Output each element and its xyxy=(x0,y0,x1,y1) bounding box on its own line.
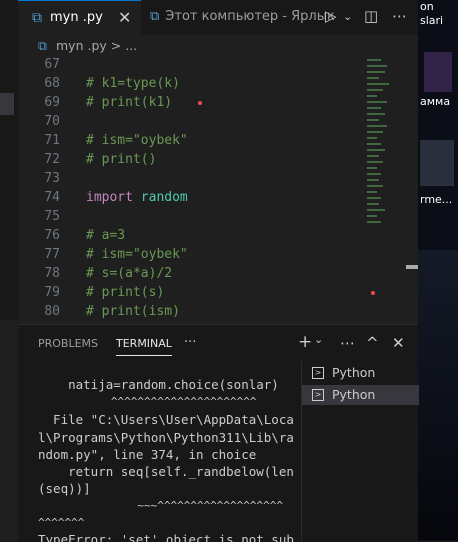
line-number: 72 xyxy=(44,152,60,167)
line-number: 75 xyxy=(44,209,60,224)
code-text: # print() xyxy=(86,152,157,167)
terminal-line: return seq[self._randbelow(len xyxy=(38,464,294,479)
code-line: 69 # print(k1) xyxy=(18,93,358,112)
run-icon[interactable]: ▷ xyxy=(325,7,337,25)
desktop-icon-image xyxy=(424,52,452,92)
line-number: 76 xyxy=(44,228,60,243)
terminal-line: ^^^^^^^^^^^^^^^^^^^^^^ xyxy=(38,395,257,408)
terminal-line: natija=random.choice(sonlar) xyxy=(38,377,279,392)
desktop-label[interactable]: slari xyxy=(420,14,443,27)
explorer-selection xyxy=(0,93,14,115)
code-editor[interactable]: 67 68 # k1=type(k) 69 # print(k1) 70 71 … xyxy=(18,57,418,320)
close-icon[interactable]: ✕ xyxy=(118,8,131,27)
terminal-icon: > xyxy=(312,389,324,401)
code-line: 75 xyxy=(18,207,358,226)
code-line: 77 # ism="oybek" xyxy=(18,245,358,264)
code-text: # s=(a*a)/2 xyxy=(86,266,173,281)
line-number: 80 xyxy=(44,304,60,319)
line-number: 79 xyxy=(44,285,60,300)
terminal-item-label: Python xyxy=(332,365,376,380)
terminal-list: > Python > Python xyxy=(301,361,419,542)
line-number: 68 xyxy=(44,76,60,91)
terminal-item[interactable]: > Python xyxy=(302,363,419,383)
line-number: 67 xyxy=(44,57,60,72)
keyword-import: import xyxy=(86,190,133,205)
split-editor-icon[interactable]: ◫ xyxy=(364,7,378,25)
code-text: # ism="oybek" xyxy=(86,247,188,262)
desktop-icon-image xyxy=(420,140,454,186)
code-text: # a=3 xyxy=(86,228,126,243)
new-terminal-icon[interactable]: + xyxy=(298,332,312,352)
code-line: 80 # print(ism) xyxy=(18,302,358,320)
code-line: 73 xyxy=(18,169,358,188)
line-number: 70 xyxy=(44,114,60,129)
close-icon[interactable]: ✕ xyxy=(392,334,405,352)
tab-myn-py[interactable]: ⧉ myn .py ✕ xyxy=(18,0,141,35)
more-views-icon[interactable]: ··· xyxy=(184,335,196,350)
code-text: # print(k1) xyxy=(86,95,173,110)
line-number: 69 xyxy=(44,95,60,110)
editor-tab-bar: ⧉ myn .py ✕ ⧉ Этот компьютер - Ярлык ▷ ⌄ … xyxy=(0,0,418,35)
desktop-label[interactable]: on xyxy=(420,0,434,13)
code-text: # k1=type(k) xyxy=(86,76,180,91)
code-line: 74 import random xyxy=(18,188,358,207)
module-name: random xyxy=(140,190,188,205)
terminal-line: (seq))] xyxy=(38,481,91,496)
active-tab-indicator xyxy=(116,355,172,356)
line-number: 74 xyxy=(44,190,60,205)
editor-scrollbar-thumb[interactable] xyxy=(406,265,418,269)
minimap[interactable] xyxy=(367,57,405,227)
terminal-line: l\Programs\Python\Python311\Lib\ra xyxy=(38,430,294,445)
terminal-line: TypeError: 'set' object is not sub xyxy=(38,532,294,542)
code-line: 71 # ism="oybek" xyxy=(18,131,358,150)
code-text: import random xyxy=(86,188,188,207)
line-number: 73 xyxy=(44,171,60,186)
code-text: # print(ism) xyxy=(86,304,180,319)
desktop-wallpaper xyxy=(418,250,458,540)
explorer-edge xyxy=(0,35,18,320)
desktop-label[interactable]: rme... xyxy=(420,193,452,206)
tab-label: Этот компьютер - Ярлык xyxy=(165,9,335,24)
code-line: 67 xyxy=(18,57,358,74)
terminal-icon: > xyxy=(312,367,324,379)
code-text: # ism="oybek" xyxy=(86,133,188,148)
more-actions-icon[interactable]: ⋯ xyxy=(340,334,355,352)
line-number: 78 xyxy=(44,266,60,281)
terminal-line: ^^^^^^^ xyxy=(38,516,85,529)
breadcrumb[interactable]: ⧉ myn .py > ... xyxy=(18,35,418,57)
bottom-panel: PROBLEMS TERMINAL ··· + ⌄ ⋯ ^ ✕ natija=r… xyxy=(18,324,419,542)
breadcrumb-path[interactable]: myn .py > ... xyxy=(56,38,137,53)
terminal-item[interactable]: > Python xyxy=(302,385,419,405)
code-line: 68 # k1=type(k) xyxy=(18,74,358,93)
tab-label: myn .py xyxy=(50,10,103,25)
tab-shortcut[interactable]: ⧉ Этот компьютер - Ярлык xyxy=(150,9,335,24)
maximize-panel-icon[interactable]: ^ xyxy=(366,334,379,352)
chevron-down-icon[interactable]: ⌄ xyxy=(314,333,323,346)
more-actions-icon[interactable]: ⋯ xyxy=(392,7,407,25)
line-number: 77 xyxy=(44,247,60,262)
code-text: # print(s) xyxy=(86,285,165,300)
code-line: 70 xyxy=(18,112,358,131)
tab-problems[interactable]: PROBLEMS xyxy=(38,337,98,350)
python-file-icon: ⧉ xyxy=(38,38,47,53)
terminal-item-label: Python xyxy=(332,387,376,402)
desktop-label[interactable]: амма xyxy=(420,95,450,108)
code-line: 72 # print() xyxy=(18,150,358,169)
terminal-line: ~~~^^^^^^^^^^^^^^^^^^^ xyxy=(38,499,284,512)
error-marker xyxy=(198,101,202,105)
python-file-icon: ⧉ xyxy=(150,9,160,24)
terminal-line: ndom.py", line 374, in choice xyxy=(38,447,257,462)
terminal-output[interactable]: natija=random.choice(sonlar) ^^^^^^^^^^^… xyxy=(18,369,300,542)
code-line: 78 # s=(a*a)/2 xyxy=(18,264,358,283)
tab-terminal[interactable]: TERMINAL xyxy=(116,337,172,350)
line-number: 71 xyxy=(44,133,60,148)
python-file-icon: ⧉ xyxy=(32,10,42,26)
code-line: 76 # a=3 xyxy=(18,226,358,245)
desktop-background: on slari амма rme... xyxy=(418,0,458,541)
code-line: 79 # print(s) xyxy=(18,283,375,302)
terminal-line: File "C:\Users\User\AppData\Loca xyxy=(38,412,294,427)
chevron-down-icon[interactable]: ⌄ xyxy=(343,10,352,23)
error-marker xyxy=(371,291,375,295)
